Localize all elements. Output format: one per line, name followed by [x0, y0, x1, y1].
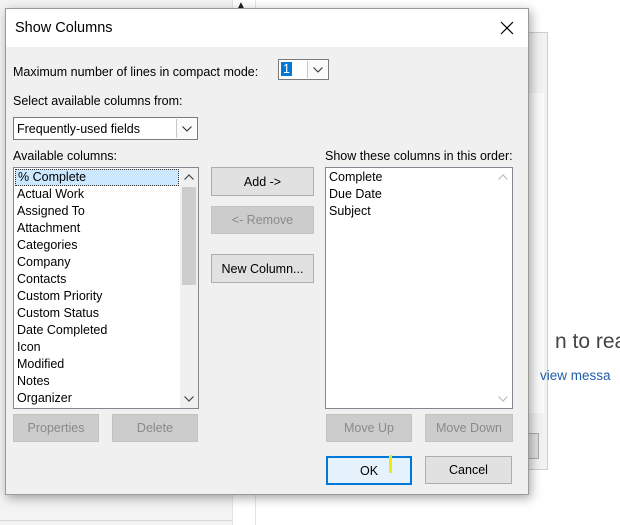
- show-columns-list[interactable]: Complete Due Date Subject: [325, 167, 513, 409]
- show-columns-label: Show these columns in this order:: [325, 149, 513, 163]
- available-column-item[interactable]: Actual Work: [15, 186, 179, 203]
- scroll-up-icon[interactable]: [180, 168, 198, 186]
- available-column-item[interactable]: Notes: [15, 373, 179, 390]
- select-from-dropdown[interactable]: Frequently-used fields: [13, 117, 198, 140]
- available-column-item[interactable]: % Complete: [15, 169, 179, 186]
- compact-mode-label: Maximum number of lines in compact mode:: [13, 65, 259, 79]
- reading-pane-text: n to reac: [555, 330, 620, 353]
- shown-column-item[interactable]: Subject: [327, 203, 493, 220]
- background-divider: [0, 520, 232, 521]
- select-from-label: Select available columns from:: [13, 94, 183, 108]
- available-column-item[interactable]: Categories: [15, 237, 179, 254]
- close-icon: [500, 21, 514, 35]
- show-columns-scrollbar: [494, 168, 512, 408]
- available-column-item[interactable]: Custom Status: [15, 305, 179, 322]
- available-column-item[interactable]: Contacts: [15, 271, 179, 288]
- available-column-item[interactable]: Date Completed: [15, 322, 179, 339]
- available-column-item[interactable]: Organizer: [15, 390, 179, 407]
- chevron-down-icon[interactable]: [176, 119, 196, 138]
- available-columns-items: % Complete Actual Work Assigned To Attachme…: [15, 169, 179, 407]
- shown-column-item[interactable]: Due Date: [327, 186, 493, 203]
- dialog-title: Show Columns: [15, 20, 113, 36]
- dialog-titlebar: Show Columns: [6, 9, 528, 47]
- available-columns-scrollbar[interactable]: [180, 168, 198, 408]
- available-columns-list[interactable]: % Complete Actual Work Assigned To Attachme…: [13, 167, 199, 409]
- scrollbar-thumb[interactable]: [182, 187, 196, 285]
- compact-lines-value: 1: [281, 62, 292, 76]
- available-column-item[interactable]: Icon: [15, 339, 179, 356]
- show-columns-items: Complete Due Date Subject: [327, 169, 493, 220]
- cancel-button[interactable]: Cancel: [425, 456, 512, 484]
- remove-button[interactable]: <- Remove: [211, 206, 314, 234]
- available-columns-label: Available columns:: [13, 149, 117, 163]
- close-button[interactable]: [486, 9, 528, 47]
- select-from-value: Frequently-used fields: [17, 122, 140, 136]
- add-button[interactable]: Add ->: [211, 167, 314, 196]
- scroll-down-icon: [494, 390, 512, 408]
- preview-messages-link[interactable]: view messa: [540, 368, 611, 383]
- available-column-item[interactable]: Custom Priority: [15, 288, 179, 305]
- scroll-down-icon[interactable]: [180, 390, 198, 408]
- chevron-down-icon[interactable]: [307, 61, 327, 78]
- available-column-item[interactable]: Company: [15, 254, 179, 271]
- move-up-button[interactable]: Move Up: [326, 414, 412, 442]
- properties-button[interactable]: Properties: [13, 414, 99, 442]
- new-column-button[interactable]: New Column...: [211, 254, 314, 283]
- scroll-up-icon: [494, 168, 512, 186]
- show-columns-dialog: Show Columns Maximum number of lines in …: [5, 8, 529, 495]
- shown-column-item[interactable]: Complete: [327, 169, 493, 186]
- delete-button[interactable]: Delete: [112, 414, 198, 442]
- text-cursor-highlight: [389, 455, 392, 473]
- compact-lines-select[interactable]: 1: [278, 59, 329, 80]
- ok-button[interactable]: OK: [326, 456, 412, 485]
- available-column-item[interactable]: Attachment: [15, 220, 179, 237]
- move-down-button[interactable]: Move Down: [425, 414, 513, 442]
- available-column-item[interactable]: Modified: [15, 356, 179, 373]
- available-column-item[interactable]: Assigned To: [15, 203, 179, 220]
